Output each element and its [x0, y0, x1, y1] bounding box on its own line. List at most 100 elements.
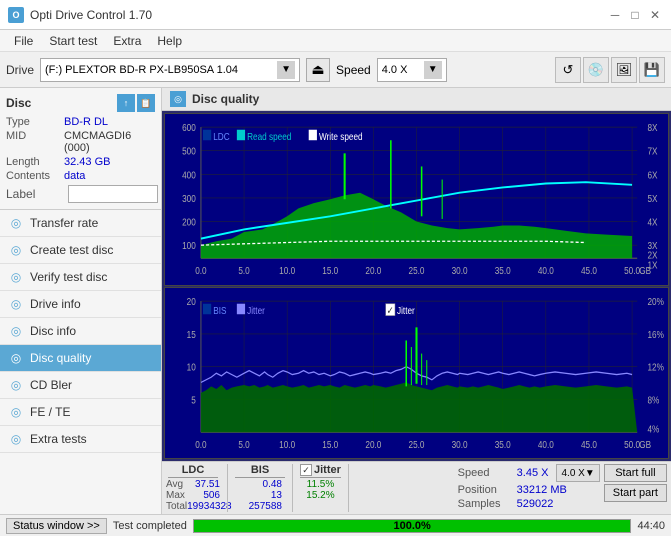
svg-text:30.0: 30.0: [452, 264, 468, 276]
svg-text:10.0: 10.0: [279, 437, 295, 449]
drive-bar: Drive (F:) PLEXTOR BD-R PX-LB950SA 1.04 …: [0, 52, 671, 88]
svg-text:✓: ✓: [387, 304, 394, 316]
ldc-max: 506: [203, 490, 220, 501]
svg-text:20%: 20%: [647, 295, 664, 307]
svg-text:GB: GB: [639, 437, 651, 449]
toolbar-btn-3[interactable]: 🖼: [611, 57, 637, 83]
start-part-button[interactable]: Start part: [604, 484, 667, 502]
svg-text:8%: 8%: [647, 393, 659, 405]
right-stats: Speed 3.45 X 4.0 X ▼ Position 33212 MB S…: [458, 464, 600, 512]
sidebar-item-transfer-rate[interactable]: ◎ Transfer rate: [0, 210, 161, 237]
dq-title: Disc quality: [192, 92, 259, 106]
svg-text:Jitter: Jitter: [247, 304, 265, 316]
toolbar-btn-2[interactable]: 💿: [583, 57, 609, 83]
chart2-svg: 20 15 10 5 0.0 5.0 10.0 15.0 20.0 25.0 3…: [165, 288, 668, 459]
sidebar-item-disc-info[interactable]: ◎ Disc info: [0, 318, 161, 345]
menu-extra[interactable]: Extra: [105, 32, 149, 50]
title-bar: O Opti Drive Control 1.70 ─ □ ✕: [0, 0, 671, 30]
menu-start-test[interactable]: Start test: [41, 32, 105, 50]
svg-text:8X: 8X: [647, 121, 658, 133]
svg-text:400: 400: [182, 168, 196, 180]
create-test-disc-label: Create test disc: [30, 243, 113, 257]
disc-contents: data: [64, 170, 85, 182]
svg-text:20.0: 20.0: [365, 264, 381, 276]
extra-tests-icon: ◎: [8, 431, 24, 447]
progress-text: 100.0%: [194, 520, 631, 532]
time-display: 44:40: [637, 520, 665, 532]
menu-bar: File Start test Extra Help: [0, 30, 671, 52]
svg-text:5: 5: [191, 393, 196, 405]
drive-selector[interactable]: (F:) PLEXTOR BD-R PX-LB950SA 1.04 ▼: [40, 58, 300, 82]
svg-text:Write speed: Write speed: [319, 130, 363, 142]
disc-info-icon: ◎: [8, 323, 24, 339]
disc-mid: CMCMAGDI6 (000): [64, 130, 155, 154]
sidebar-item-verify-test-disc[interactable]: ◎ Verify test disc: [0, 264, 161, 291]
svg-text:200: 200: [182, 215, 196, 227]
svg-text:5X: 5X: [647, 192, 658, 204]
minimize-button[interactable]: ─: [607, 7, 623, 23]
sidebar-item-extra-tests[interactable]: ◎ Extra tests: [0, 426, 161, 453]
chart2-container: 20 15 10 5 0.0 5.0 10.0 15.0 20.0 25.0 3…: [164, 287, 669, 460]
drive-info-label: Drive info: [30, 297, 81, 311]
toolbar-btn-4[interactable]: 💾: [639, 57, 665, 83]
disc-icon-btn-2[interactable]: 📋: [137, 94, 155, 112]
ldc-total: 19934328: [187, 501, 232, 512]
type-label: Type: [6, 116, 64, 128]
svg-text:15.0: 15.0: [322, 437, 338, 449]
sidebar-item-create-test-disc[interactable]: ◎ Create test disc: [0, 237, 161, 264]
max-label: Max: [166, 490, 185, 501]
svg-text:6X: 6X: [647, 168, 658, 180]
svg-text:45.0: 45.0: [581, 437, 597, 449]
speed-label: Speed: [336, 63, 371, 77]
svg-text:40.0: 40.0: [538, 264, 554, 276]
charts-area: 600 500 400 300 200 100 0.0 5.0 10.0 15.…: [162, 111, 671, 461]
drive-dropdown-icon[interactable]: ▼: [277, 61, 295, 79]
sidebar-item-fe-te[interactable]: ◎ FE / TE: [0, 399, 161, 426]
ldc-header: LDC: [168, 464, 218, 478]
chart1-container: 600 500 400 300 200 100 0.0 5.0 10.0 15.…: [164, 113, 669, 286]
svg-text:300: 300: [182, 192, 196, 204]
toolbar-btn-1[interactable]: ↺: [555, 57, 581, 83]
svg-text:7X: 7X: [647, 145, 658, 157]
sidebar-item-disc-quality[interactable]: ◎ Disc quality: [0, 345, 161, 372]
position-label: Position: [458, 484, 513, 496]
disc-label-input[interactable]: [68, 185, 158, 203]
length-label: Length: [6, 156, 64, 168]
speed-dropdown-stat[interactable]: 4.0 X ▼: [556, 464, 599, 482]
transfer-rate-label: Transfer rate: [30, 216, 98, 230]
svg-text:0.0: 0.0: [195, 437, 206, 449]
app-title: Opti Drive Control 1.70: [30, 8, 152, 22]
svg-text:BIS: BIS: [213, 304, 226, 316]
svg-text:1X: 1X: [647, 259, 658, 271]
sidebar-nav: ◎ Transfer rate ◎ Create test disc ◎ Ver…: [0, 210, 161, 514]
sidebar-item-drive-info[interactable]: ◎ Drive info: [0, 291, 161, 318]
eject-button[interactable]: ⏏: [306, 58, 330, 82]
position-val: 33212 MB: [517, 484, 567, 496]
stats-panel: LDC Avg 37.51 Max 506 Total 19934328 BIS: [162, 461, 671, 514]
dq-header-icon: ◎: [170, 91, 186, 107]
bis-stats: BIS 0.48 13 257588: [235, 464, 285, 512]
svg-text:5.0: 5.0: [238, 437, 249, 449]
start-full-button[interactable]: Start full: [604, 464, 667, 482]
svg-text:30.0: 30.0: [452, 437, 468, 449]
svg-text:35.0: 35.0: [495, 437, 511, 449]
jitter-max: 15.2%: [306, 490, 334, 501]
progress-bar: 100.0%: [193, 519, 632, 533]
verify-test-disc-label: Verify test disc: [30, 270, 107, 284]
samples-val: 529022: [517, 498, 554, 510]
disc-icon-btn-1[interactable]: ↑: [117, 94, 135, 112]
svg-text:10: 10: [187, 360, 196, 372]
jitter-checkbox[interactable]: ✓: [300, 464, 312, 476]
drive-label: Drive: [6, 63, 34, 77]
speed-dropdown-icon[interactable]: ▼: [424, 61, 442, 79]
svg-text:5.0: 5.0: [238, 264, 249, 276]
maximize-button[interactable]: □: [627, 7, 643, 23]
menu-file[interactable]: File: [6, 32, 41, 50]
close-button[interactable]: ✕: [647, 7, 663, 23]
app-icon: O: [8, 7, 24, 23]
menu-help[interactable]: Help: [149, 32, 190, 50]
speed-selector[interactable]: 4.0 X ▼: [377, 58, 447, 82]
jitter-header: Jitter: [314, 464, 341, 476]
sidebar-item-cd-bler[interactable]: ◎ CD Bler: [0, 372, 161, 399]
status-window-button[interactable]: Status window >>: [6, 518, 107, 534]
